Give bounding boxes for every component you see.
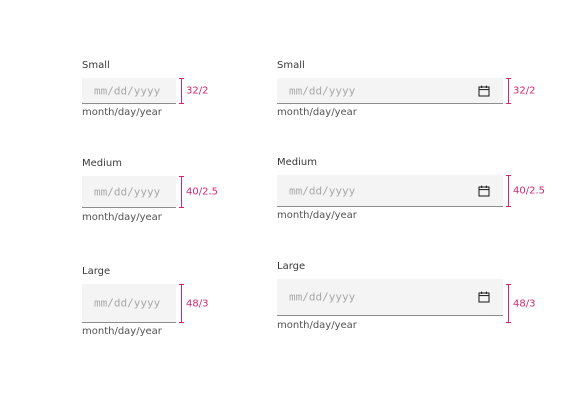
field-label-small: Small <box>82 60 110 71</box>
calendar-icon[interactable] <box>478 185 490 197</box>
spec-bracket <box>506 175 511 207</box>
date-placeholder: mm/dd/yyyy <box>289 290 356 304</box>
spec-value: 48/3 <box>186 298 209 309</box>
field-label-medium: Medium <box>82 158 122 169</box>
spec-value: 40/2.5 <box>513 185 545 197</box>
field-label-large: Large <box>82 266 111 277</box>
date-input-small[interactable]: mm/dd/yyyy <box>82 78 176 104</box>
date-picker-medium[interactable]: mm/dd/yyyy <box>277 175 503 207</box>
date-placeholder: mm/dd/yyyy <box>94 296 161 310</box>
spec-bracket <box>179 284 184 323</box>
spec-value: 32/2 <box>513 85 536 97</box>
calendar-icon[interactable] <box>478 85 490 97</box>
spec-value: 48/3 <box>513 298 536 309</box>
picker-helper-large: month/day/year <box>277 320 357 331</box>
picker-label-medium: Medium <box>277 157 317 168</box>
spec-bracket <box>506 78 511 104</box>
spec-bracket <box>179 78 184 104</box>
spec-bracket <box>179 176 184 208</box>
picker-helper-small: month/day/year <box>277 107 357 118</box>
spec-value: 32/2 <box>186 85 209 97</box>
date-placeholder: mm/dd/yyyy <box>94 185 161 198</box>
date-input-large[interactable]: mm/dd/yyyy <box>82 284 176 323</box>
date-input-medium[interactable]: mm/dd/yyyy <box>82 176 176 208</box>
calendar-icon[interactable] <box>478 291 490 303</box>
date-picker-small[interactable]: mm/dd/yyyy <box>277 78 503 104</box>
spec-bracket <box>506 284 511 323</box>
date-placeholder: mm/dd/yyyy <box>94 84 161 97</box>
helper-text-medium: month/day/year <box>82 212 162 223</box>
picker-label-large: Large <box>277 261 306 272</box>
date-picker-large[interactable]: mm/dd/yyyy <box>277 279 503 316</box>
date-placeholder: mm/dd/yyyy <box>289 184 356 197</box>
helper-text-small: month/day/year <box>82 107 162 118</box>
picker-helper-medium: month/day/year <box>277 210 357 221</box>
date-placeholder: mm/dd/yyyy <box>289 84 356 97</box>
helper-text-large: month/day/year <box>82 326 162 337</box>
spec-value: 40/2.5 <box>186 186 218 198</box>
picker-label-small: Small <box>277 60 305 71</box>
